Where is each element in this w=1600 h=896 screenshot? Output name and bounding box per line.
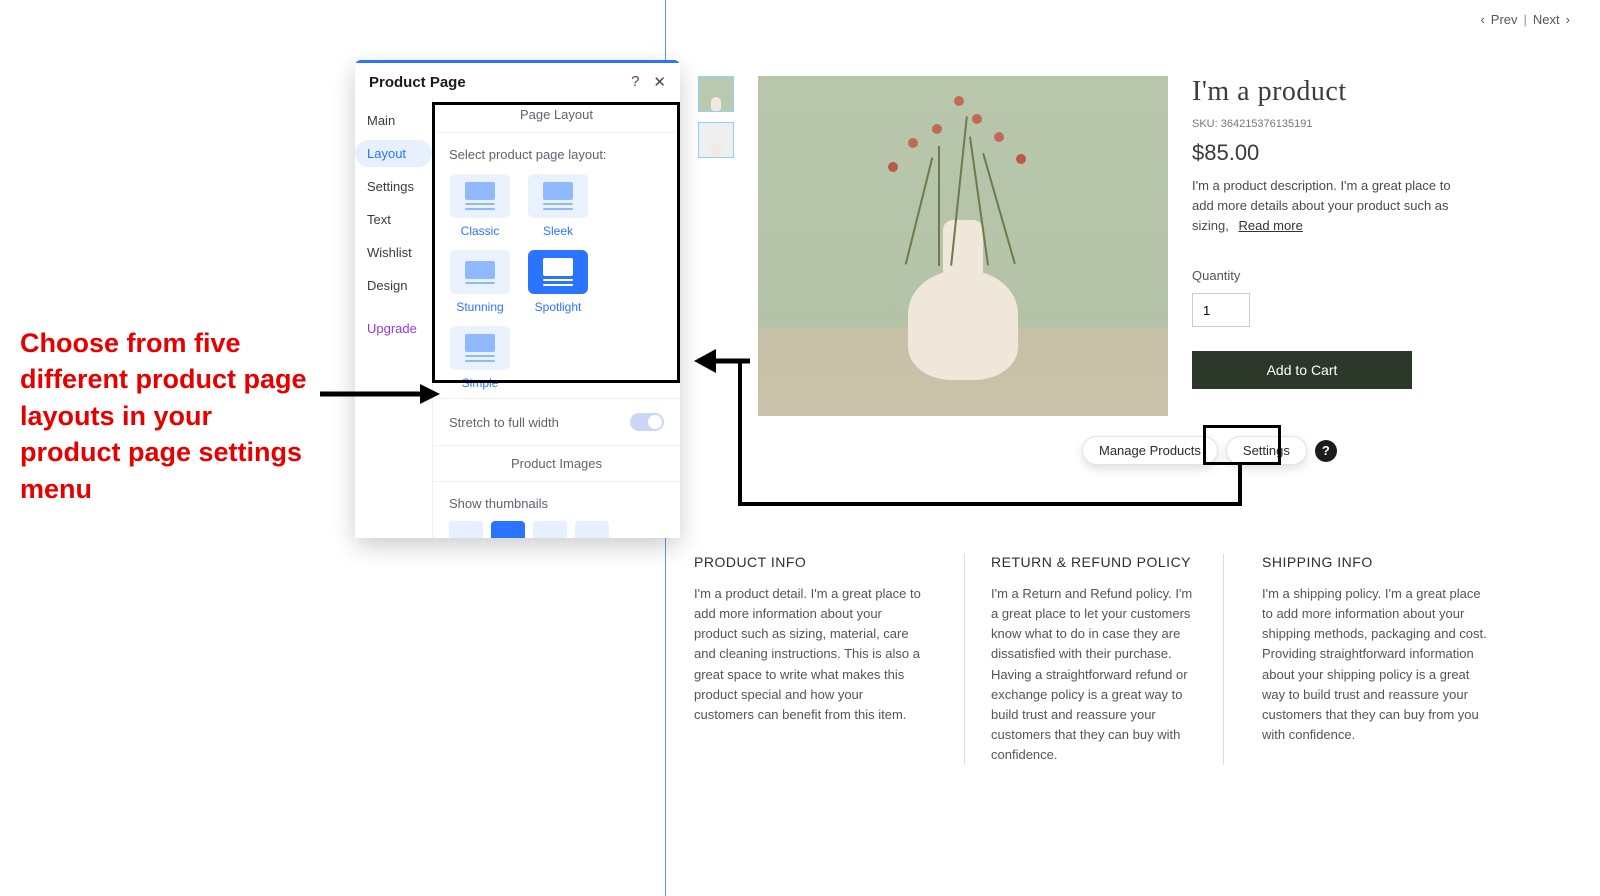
section-product-images: Product Images xyxy=(433,446,680,482)
product-title: I'm a product xyxy=(1192,76,1452,108)
arrow-right-icon xyxy=(320,380,440,408)
layout-options: Classic Sleek Stunning Spotlight Simple xyxy=(433,166,680,398)
layout-option-spotlight[interactable]: Spotlight xyxy=(525,250,591,314)
return-policy-col: RETURN & REFUND POLICY I'm a Return and … xyxy=(964,554,1224,765)
tab-design[interactable]: Design xyxy=(355,272,432,299)
thumbnail-position-options xyxy=(433,515,680,538)
thumbnail-1[interactable] xyxy=(698,76,734,112)
chevron-right-icon: › xyxy=(1566,12,1570,27)
quantity-label: Quantity xyxy=(1192,268,1452,283)
col-text: I'm a product detail. I'm a great place … xyxy=(694,584,926,725)
col-text: I'm a Return and Refund policy. I'm a gr… xyxy=(991,584,1197,765)
product-description: I'm a product description. I'm a great p… xyxy=(1192,176,1452,236)
layout-label: Classic xyxy=(461,224,500,238)
layout-label: Sleek xyxy=(543,224,573,238)
col-heading: SHIPPING INFO xyxy=(1262,554,1494,570)
close-icon[interactable]: ✕ xyxy=(653,73,666,91)
help-icon[interactable]: ? xyxy=(631,73,639,91)
tab-main[interactable]: Main xyxy=(355,107,432,134)
select-layout-label: Select product page layout: xyxy=(433,133,680,166)
product-price: $85.00 xyxy=(1192,140,1452,166)
layout-label: Spotlight xyxy=(535,300,582,314)
annotation-text: Choose from five different product page … xyxy=(20,325,320,507)
thumb-option-1[interactable] xyxy=(449,521,483,538)
layout-option-sleek[interactable]: Sleek xyxy=(525,174,591,238)
thumb-option-4[interactable] xyxy=(575,521,609,538)
quantity-input[interactable] xyxy=(1192,293,1250,327)
product-page-settings-panel: Product Page ? ✕ Main Layout Settings Te… xyxy=(355,60,680,538)
arrow-left-icon xyxy=(694,346,750,376)
section-page-layout: Page Layout xyxy=(433,97,680,133)
tab-upgrade[interactable]: Upgrade xyxy=(355,315,432,342)
settings-button[interactable]: Settings xyxy=(1226,436,1307,465)
col-heading: PRODUCT INFO xyxy=(694,554,926,570)
tab-layout[interactable]: Layout xyxy=(355,140,432,167)
tab-text[interactable]: Text xyxy=(355,206,432,233)
layout-option-stunning[interactable]: Stunning xyxy=(447,250,513,314)
layout-option-simple[interactable]: Simple xyxy=(447,326,513,390)
add-to-cart-button[interactable]: Add to Cart xyxy=(1192,351,1412,389)
prev-next-nav: ‹ Prev | Next › xyxy=(1480,12,1570,27)
layout-label: Stunning xyxy=(456,300,503,314)
read-more-link[interactable]: Read more xyxy=(1238,216,1302,236)
tab-settings[interactable]: Settings xyxy=(355,173,432,200)
panel-title: Product Page xyxy=(369,74,466,91)
product-main-image[interactable] xyxy=(758,76,1168,416)
product-info-columns: PRODUCT INFO I'm a product detail. I'm a… xyxy=(694,554,1494,765)
thumb-option-2[interactable] xyxy=(491,521,525,538)
stretch-label: Stretch to full width xyxy=(449,415,559,430)
chevron-left-icon: ‹ xyxy=(1480,12,1484,27)
desc-text: I'm a product description. I'm a great p… xyxy=(1192,178,1451,233)
panel-tabs: Main Layout Settings Text Wishlist Desig… xyxy=(355,97,433,538)
tab-wishlist[interactable]: Wishlist xyxy=(355,239,432,266)
next-link[interactable]: Next xyxy=(1533,12,1560,27)
manage-products-button[interactable]: Manage Products xyxy=(1082,436,1218,465)
layout-label: Simple xyxy=(462,376,499,390)
shipping-info-col: SHIPPING INFO I'm a shipping policy. I'm… xyxy=(1262,554,1494,765)
product-sku: SKU: 364215376135191 xyxy=(1192,118,1452,130)
layout-option-classic[interactable]: Classic xyxy=(447,174,513,238)
divider: | xyxy=(1524,12,1527,27)
col-text: I'm a shipping policy. I'm a great place… xyxy=(1262,584,1494,745)
help-icon[interactable]: ? xyxy=(1315,440,1337,462)
col-heading: RETURN & REFUND POLICY xyxy=(991,554,1197,570)
show-thumbs-label: Show thumbnails xyxy=(433,482,680,515)
product-action-chips: Manage Products Settings ? xyxy=(1082,436,1337,465)
product-display: I'm a product SKU: 364215376135191 $85.0… xyxy=(698,76,1452,416)
stretch-toggle[interactable] xyxy=(630,413,664,431)
thumb-option-3[interactable] xyxy=(533,521,567,538)
prev-link[interactable]: Prev xyxy=(1491,12,1518,27)
thumbnail-2[interactable] xyxy=(698,122,734,158)
product-info-col: PRODUCT INFO I'm a product detail. I'm a… xyxy=(694,554,926,765)
product-details: I'm a product SKU: 364215376135191 $85.0… xyxy=(1192,76,1452,416)
